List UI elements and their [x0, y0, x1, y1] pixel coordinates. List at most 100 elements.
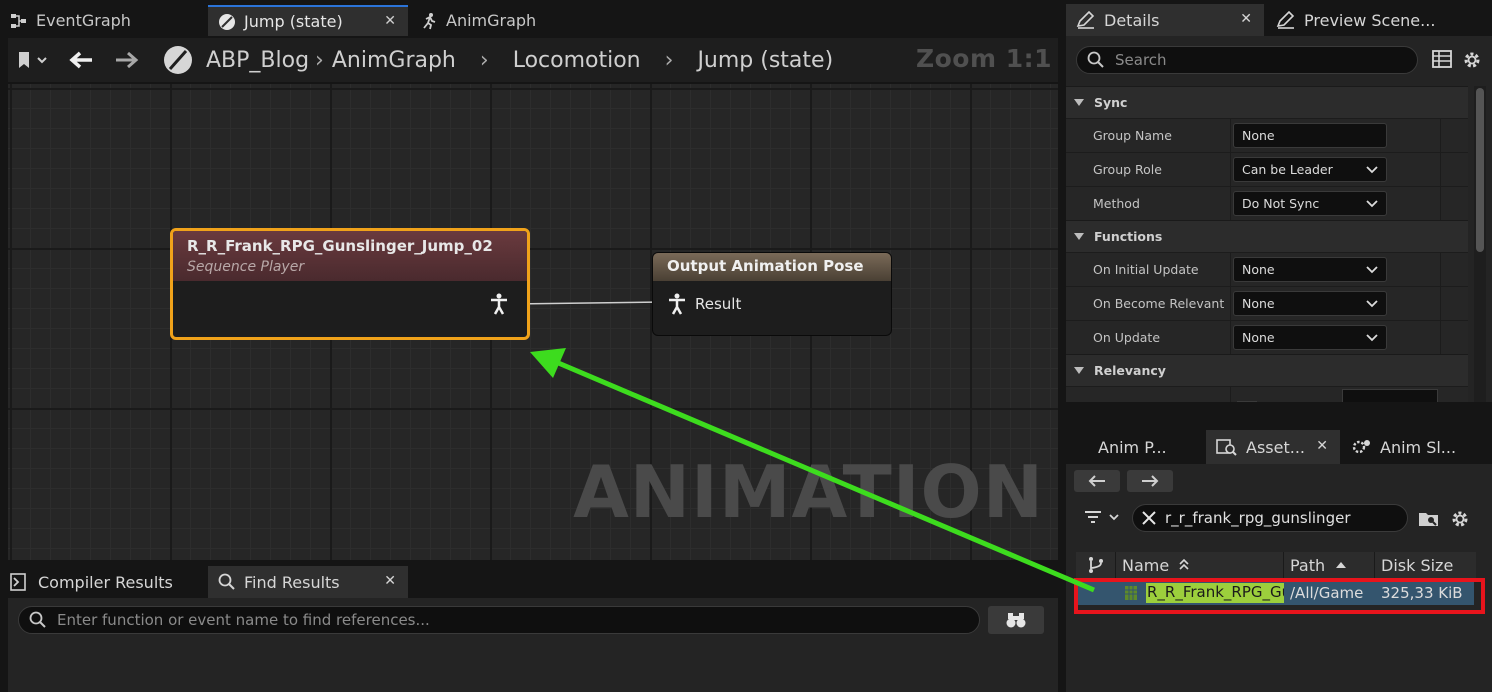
forward-button[interactable] [104, 38, 150, 82]
filter-icon[interactable] [1084, 510, 1120, 530]
anim-sequence-icon [1125, 586, 1137, 600]
section-relevancy[interactable]: Relevancy [1066, 354, 1468, 386]
column-disk-size[interactable]: Disk Size [1375, 552, 1476, 578]
search-icon [29, 611, 46, 628]
property-field[interactable] [1342, 389, 1438, 402]
zoom-level: Zoom 1:1 [915, 44, 1052, 73]
tab-label: Preview Scene... [1304, 10, 1436, 30]
sequence-player-node[interactable]: R_R_Frank_RPG_Gunslinger_Jump_02 Sequenc… [170, 228, 530, 340]
sort-icon [1179, 558, 1189, 570]
pose-output-pin[interactable] [489, 293, 509, 319]
property-value: None [1242, 296, 1275, 311]
section-functions[interactable]: Functions [1066, 220, 1468, 252]
expand-triangle-icon [1074, 233, 1084, 240]
scrollbar-thumb[interactable] [1476, 88, 1484, 252]
asset-name: R_R_Frank_RPG_Gunslinger_Jump_02 [1146, 583, 1284, 603]
result-pin[interactable]: Result [667, 293, 741, 315]
content-tab-bar: Anim P... Asset... ✕ Anim Sl... [1064, 428, 1492, 464]
source-control-column[interactable] [1076, 552, 1116, 578]
details-panel: Sync Group Name None Group Role Can be L… [1066, 36, 1492, 402]
chevron-right-icon: › [664, 47, 674, 73]
details-search-box[interactable] [1076, 46, 1418, 74]
pencil-icon [1076, 11, 1095, 29]
person-pose-icon [669, 293, 685, 315]
tab-jump-state[interactable]: Jump (state) ✕ [208, 5, 408, 36]
find-button[interactable] [988, 606, 1044, 634]
find-input[interactable] [57, 611, 957, 629]
breadcrumb-item[interactable]: AnimGraph [332, 48, 456, 73]
graph-canvas[interactable]: ANIMATION R_R_Frank_RPG_Gunslinger_Jump_… [8, 84, 1058, 560]
tab-compiler-results[interactable]: Compiler Results [0, 566, 205, 598]
breadcrumb-item[interactable]: Locomotion [513, 48, 641, 73]
property-row: Group Role Can be Leader [1066, 152, 1468, 186]
breadcrumb: ABP_Blog › AnimGraph › Locomotion › Jump… [8, 38, 1058, 82]
column-name[interactable]: Name [1116, 552, 1284, 578]
find-results-panel [8, 598, 1058, 692]
column-path[interactable]: Path [1284, 552, 1375, 578]
tab-animgraph[interactable]: AnimGraph [410, 5, 610, 36]
clear-search-icon[interactable] [1141, 510, 1157, 526]
gear-icon[interactable] [1462, 50, 1482, 74]
details-search-input[interactable] [1115, 51, 1405, 69]
graph-tab-bar: EventGraph Jump (state) ✕ AnimGraph [0, 0, 1060, 36]
arrow-right-icon [1142, 475, 1159, 487]
breadcrumb-item[interactable]: Jump (state) [697, 48, 833, 73]
property-row: On Initial Update None [1066, 252, 1468, 286]
tab-eventgraph[interactable]: EventGraph [0, 5, 205, 36]
tab-asset-browser[interactable]: Asset... ✕ [1206, 430, 1340, 464]
arrow-left-icon [1088, 475, 1105, 487]
tab-label: Jump (state) [244, 12, 343, 31]
tab-label: Compiler Results [38, 572, 173, 592]
asset-search-box[interactable]: r_r_frank_rpg_gunslinger [1132, 504, 1408, 532]
on-become-relevant-dropdown[interactable]: None [1233, 291, 1387, 316]
method-dropdown[interactable]: Do Not Sync [1233, 191, 1387, 216]
tab-find-results[interactable]: Find Results ✕ [208, 566, 408, 598]
close-icon[interactable]: ✕ [384, 573, 396, 589]
checkbox[interactable] [1237, 400, 1257, 402]
tab-label: Details [1104, 10, 1160, 30]
back-button[interactable] [58, 38, 104, 82]
property-value: None [1242, 330, 1275, 345]
tab-label: Anim P... [1098, 437, 1167, 457]
tab-anim-preview[interactable]: Anim P... [1066, 430, 1204, 464]
group-role-dropdown[interactable]: Can be Leader [1233, 157, 1387, 182]
person-pose-icon [491, 293, 507, 315]
property-row: Method Do Not Sync [1066, 186, 1468, 220]
section-sync[interactable]: Sync [1066, 86, 1468, 118]
search-icon [1087, 51, 1104, 68]
chevron-down-icon [1366, 265, 1378, 273]
forward-button[interactable] [1127, 470, 1173, 492]
asset-browser-icon [1216, 439, 1237, 456]
gear-icon[interactable] [1450, 509, 1470, 533]
close-icon[interactable]: ✕ [384, 13, 396, 29]
property-list: Sync Group Name None Group Role Can be L… [1066, 86, 1468, 402]
tab-details[interactable]: Details ✕ [1066, 4, 1264, 36]
folder-search-icon[interactable] [1418, 510, 1440, 532]
bookmark-button[interactable] [8, 38, 58, 82]
compiler-icon [10, 573, 26, 591]
close-icon[interactable]: ✕ [1240, 11, 1252, 27]
back-button[interactable] [1074, 470, 1120, 492]
chevron-right-icon: › [479, 47, 489, 73]
property-value: Do Not Sync [1242, 196, 1320, 211]
output-animation-pose-node[interactable]: Output Animation Pose Result [652, 252, 892, 336]
property-label: On Become Relevant [1066, 287, 1231, 320]
asset-path: /All/Game [1290, 584, 1364, 602]
table-row[interactable]: R_R_Frank_RPG_Gunslinger_Jump_02 /All/Ga… [1078, 581, 1474, 605]
expand-triangle-icon [1074, 367, 1084, 374]
tab-preview-scene[interactable]: Preview Scene... [1266, 4, 1466, 36]
asset-search-value: r_r_frank_rpg_gunslinger [1165, 509, 1351, 527]
state-icon [150, 38, 206, 82]
on-initial-update-dropdown[interactable]: None [1233, 257, 1387, 282]
find-search-box[interactable] [18, 606, 980, 634]
breadcrumb-item[interactable]: ABP_Blog [206, 48, 309, 73]
tab-label: EventGraph [36, 11, 131, 30]
node-subtitle: Sequence Player [187, 259, 305, 275]
table-view-icon[interactable] [1432, 50, 1452, 72]
asset-size: 325,33 KiB [1381, 584, 1463, 602]
on-update-dropdown[interactable]: None [1233, 325, 1387, 350]
close-icon[interactable]: ✕ [1316, 438, 1328, 454]
property-row: Group Name None [1066, 118, 1468, 152]
tab-anim-slot[interactable]: Anim Sl... [1342, 430, 1492, 464]
group-name-field[interactable]: None [1233, 123, 1387, 148]
